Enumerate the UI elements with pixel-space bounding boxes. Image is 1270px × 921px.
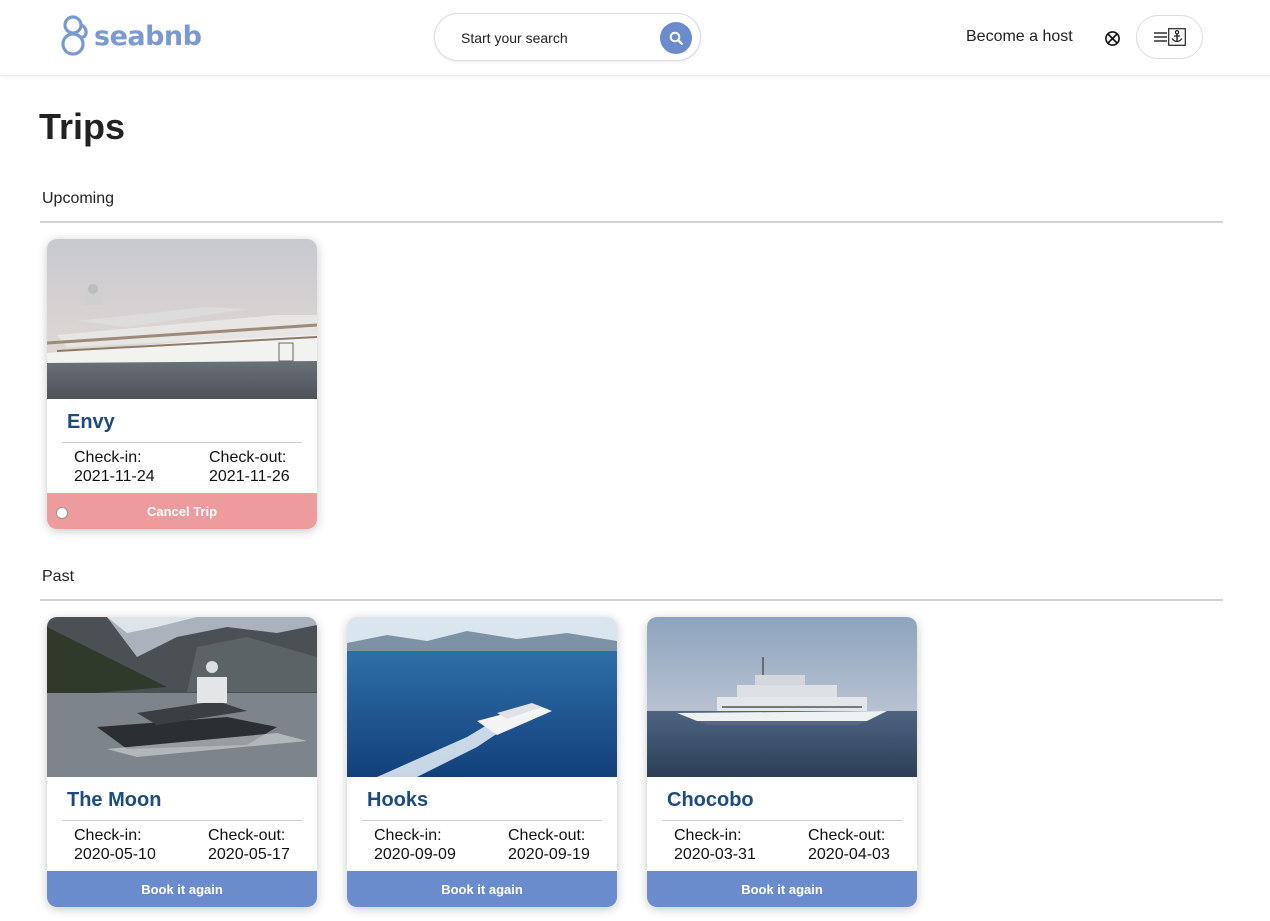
anchor-icon xyxy=(1167,28,1186,46)
book-again-button[interactable]: Book it again xyxy=(647,871,917,907)
upcoming-heading: Upcoming xyxy=(42,190,115,207)
top-nav: seabnb Start your search Become a host xyxy=(0,0,1270,76)
card-divider xyxy=(362,820,602,821)
checkout-label: Check-out: xyxy=(508,827,586,844)
globe-icon[interactable] xyxy=(1104,30,1121,47)
past-heading: Past xyxy=(42,568,75,585)
user-menu-button[interactable] xyxy=(1136,15,1203,59)
book-again-button[interactable]: Book it again xyxy=(47,871,317,907)
yacht-image xyxy=(47,617,317,777)
become-host-link[interactable]: Become a host xyxy=(966,28,1073,46)
book-again-label: Book it again xyxy=(441,881,523,897)
trip-name: Hooks xyxy=(367,789,429,811)
logo-icon xyxy=(61,15,88,56)
checkin-label: Check-in: xyxy=(74,827,142,844)
checkin-label: Check-in: xyxy=(674,827,742,844)
logo-text: seabnb xyxy=(94,20,202,52)
checkout-block: Check-out: 2020-09-19 xyxy=(508,826,590,864)
radio-icon[interactable] xyxy=(56,507,68,519)
checkin-block: Check-in: 2020-09-09 xyxy=(374,826,456,864)
checkout-label: Check-out: xyxy=(208,827,286,844)
card-divider xyxy=(62,442,302,443)
trip-name: Envy xyxy=(67,411,115,433)
yacht-image xyxy=(47,239,317,399)
cancel-trip-button[interactable]: Cancel Trip xyxy=(47,493,317,529)
checkin-date: 2021-11-24 xyxy=(74,468,155,485)
checkout-block: Check-out: 2020-04-03 xyxy=(808,826,890,864)
checkout-block: Check-out: 2020-05-17 xyxy=(208,826,290,864)
search-placeholder: Start your search xyxy=(461,30,568,46)
page-title: Trips xyxy=(39,106,126,147)
trip-name: Chocobo xyxy=(667,789,754,811)
checkout-date: 2020-04-03 xyxy=(808,846,890,863)
cancel-trip-label: Cancel Trip xyxy=(146,503,218,519)
book-again-label: Book it again xyxy=(141,881,223,897)
checkout-date: 2020-05-17 xyxy=(208,846,290,863)
trip-name: The Moon xyxy=(67,789,162,811)
yacht-image xyxy=(647,617,917,777)
trip-card-chocobo[interactable]: Chocobo Check-in: 2020-03-31 Check-out: … xyxy=(647,617,917,907)
book-again-button[interactable]: Book it again xyxy=(347,871,617,907)
checkout-date: 2021-11-26 xyxy=(209,468,290,485)
checkout-date: 2020-09-19 xyxy=(508,846,590,863)
checkout-label: Check-out: xyxy=(209,449,287,466)
card-divider xyxy=(62,820,302,821)
checkin-block: Check-in: 2020-05-10 xyxy=(74,826,156,864)
checkin-block: Check-in: 2020-03-31 xyxy=(674,826,756,864)
search-button[interactable] xyxy=(660,22,692,54)
trip-card-envy[interactable]: Envy Check-in: 2021-11-24 Check-out: 202… xyxy=(47,239,317,529)
checkin-date: 2020-03-31 xyxy=(674,846,756,863)
checkin-date: 2020-05-10 xyxy=(74,846,156,863)
trip-card-hooks[interactable]: Hooks Check-in: 2020-09-09 Check-out: 20… xyxy=(347,617,617,907)
search-icon xyxy=(669,31,683,45)
past-divider xyxy=(40,599,1223,601)
yacht-image xyxy=(347,617,617,777)
logo[interactable]: seabnb xyxy=(60,13,202,59)
search-bar[interactable]: Start your search xyxy=(434,13,701,61)
trip-card-the-moon[interactable]: The Moon Check-in: 2020-05-10 Check-out:… xyxy=(47,617,317,907)
checkin-label: Check-in: xyxy=(74,449,142,466)
book-again-label: Book it again xyxy=(741,881,823,897)
checkout-label: Check-out: xyxy=(808,827,886,844)
checkin-block: Check-in: 2021-11-24 xyxy=(74,448,155,486)
upcoming-divider xyxy=(40,221,1223,223)
checkin-label: Check-in: xyxy=(374,827,442,844)
menu-icon xyxy=(1153,32,1167,42)
checkin-date: 2020-09-09 xyxy=(374,846,456,863)
card-divider xyxy=(662,820,902,821)
checkout-block: Check-out: 2021-11-26 xyxy=(209,448,290,486)
